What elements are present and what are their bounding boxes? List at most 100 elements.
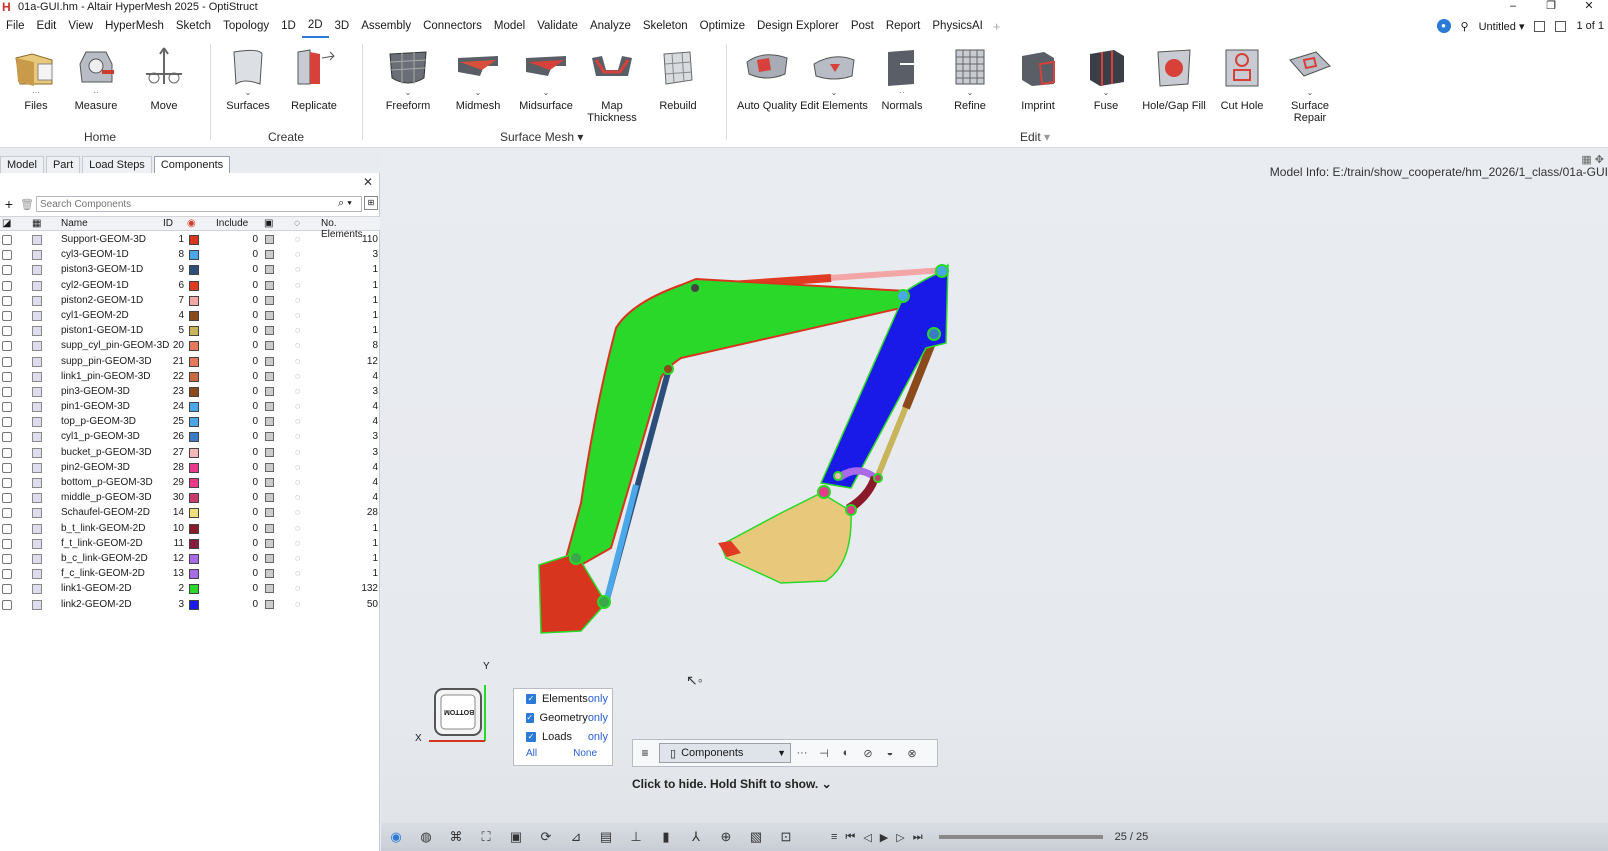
tab-model[interactable]: Model: [0, 156, 44, 173]
property-icon[interactable]: [265, 584, 274, 594]
page-view-icon[interactable]: [1534, 20, 1546, 32]
filter-elements-only[interactable]: only: [588, 693, 608, 705]
tab-part[interactable]: Part: [45, 156, 81, 173]
visibility-toggle-icon[interactable]: [2, 356, 12, 367]
property-icon[interactable]: [265, 341, 274, 351]
freeform-tool[interactable]: ⌄ Freeform: [372, 44, 444, 112]
filter-loads-row[interactable]: ✓ Loads only: [514, 727, 612, 746]
visibility-toggle-icon[interactable]: [2, 478, 12, 488]
visibility-toggle-icon[interactable]: [2, 250, 12, 261]
lock-icon[interactable]: ⊡: [771, 829, 801, 845]
pin3-part[interactable]: [662, 363, 674, 375]
property-icon[interactable]: [265, 599, 274, 609]
component-color-swatch[interactable]: [189, 341, 199, 352]
menu-topology[interactable]: Topology: [217, 15, 275, 37]
visibility-toggle-icon[interactable]: [2, 310, 12, 321]
component-color-swatch[interactable]: [189, 508, 199, 519]
component-color-swatch[interactable]: [189, 356, 199, 367]
property-icon[interactable]: [265, 280, 274, 290]
move-tool[interactable]: Move: [128, 44, 200, 112]
section-icon[interactable]: ⊿: [561, 829, 591, 845]
visibility-toggle-icon[interactable]: [2, 523, 12, 534]
component-color-swatch[interactable]: [189, 493, 199, 504]
component-color-swatch[interactable]: [189, 265, 199, 276]
property-icon[interactable]: [265, 553, 274, 563]
checkbox-checked-icon[interactable]: ✓: [526, 712, 534, 723]
visibility-column-icon[interactable]: ◪: [2, 218, 11, 229]
property-icon[interactable]: [265, 508, 274, 518]
property-icon[interactable]: [265, 462, 274, 472]
display-toggle-icon[interactable]: ◌: [295, 356, 300, 366]
display-toggle-icon[interactable]: ◌: [295, 477, 300, 487]
show-all-icon[interactable]: ⊘: [857, 747, 879, 760]
axis-icon[interactable]: ⅄: [681, 829, 711, 845]
rotate-icon[interactable]: ⟳: [531, 829, 561, 845]
table-row[interactable]: top_p-GEOM-3D 25 0 ◌ 4: [0, 415, 380, 430]
table-row[interactable]: f_c_link-GEOM-2D 13 0 ◌ 1: [0, 567, 380, 582]
edit-group-label[interactable]: Edit ▾: [1020, 130, 1050, 144]
table-row[interactable]: f_t_link-GEOM-2D 11 0 ◌ 1: [0, 537, 380, 552]
table-row[interactable]: cyl1_p-GEOM-3D 26 0 ◌ 3: [0, 430, 380, 445]
component-color-swatch[interactable]: [189, 584, 199, 595]
property-icon[interactable]: [265, 295, 274, 305]
measure-view-icon[interactable]: ⊥: [621, 829, 651, 845]
bottom-p-part[interactable]: [845, 504, 857, 516]
menu-icon[interactable]: ≡: [635, 746, 655, 760]
visibility-toggle-icon[interactable]: [2, 432, 12, 443]
display-toggle-icon[interactable]: ◌: [295, 583, 300, 593]
table-row[interactable]: piston1-GEOM-1D 5 0 ◌ 1: [0, 324, 380, 339]
isolate-icon[interactable]: ◐: [835, 747, 857, 759]
restore-icon[interactable]: ❐: [1532, 0, 1570, 14]
menu-optimize[interactable]: Optimize: [694, 15, 751, 37]
column-name[interactable]: Name: [61, 218, 88, 229]
display-toggle-icon[interactable]: ◌: [295, 492, 300, 502]
column-id[interactable]: ID: [163, 218, 173, 229]
reverse-selection-icon[interactable]: ⊣: [813, 747, 835, 760]
menu-3d[interactable]: 3D: [329, 15, 356, 37]
visualization-icon[interactable]: ◉: [381, 829, 411, 845]
menu-sketch[interactable]: Sketch: [170, 15, 217, 37]
display-toggle-icon[interactable]: ◌: [295, 295, 300, 305]
visibility-toggle-icon[interactable]: [2, 265, 12, 276]
supp-cyl-pin-part[interactable]: [597, 595, 611, 609]
note-icon[interactable]: ▮: [651, 829, 681, 845]
menu-design-explorer[interactable]: Design Explorer: [751, 15, 845, 37]
capture-icon[interactable]: ▧: [741, 829, 771, 845]
display-toggle-icon[interactable]: ◌: [295, 447, 300, 457]
clip-icon[interactable]: ▤: [591, 829, 621, 845]
table-row[interactable]: supp_pin-GEOM-3D 21 0 ◌ 12: [0, 355, 380, 370]
display-column-icon[interactable]: ◌: [294, 218, 300, 229]
property-icon[interactable]: [265, 538, 274, 548]
component-color-swatch[interactable]: [189, 371, 199, 382]
menu-validate[interactable]: Validate: [531, 15, 584, 37]
component-color-swatch[interactable]: [189, 326, 199, 337]
normals-tool[interactable]: ·· Normals: [866, 44, 938, 112]
display-toggle-icon[interactable]: ◌: [295, 431, 300, 441]
schaufel-bucket-part[interactable]: [720, 492, 852, 584]
menu-report[interactable]: Report: [880, 15, 927, 37]
cut-hole-tool[interactable]: Cut Hole: [1206, 44, 1278, 112]
table-row[interactable]: pin3-GEOM-3D 23 0 ◌ 3: [0, 385, 380, 400]
menu-1d[interactable]: 1D: [275, 15, 302, 37]
assistant-icon[interactable]: ●: [1436, 19, 1451, 33]
trash-icon[interactable]: 🗑: [20, 198, 34, 211]
menu-post[interactable]: Post: [845, 15, 880, 37]
display-toggle-icon[interactable]: ◌: [295, 416, 300, 426]
checkbox-checked-icon[interactable]: ✓: [526, 693, 536, 704]
surfaces-tool[interactable]: ⌄ Surfaces: [212, 44, 284, 112]
close-icon[interactable]: ✕: [363, 175, 373, 189]
menu-analyze[interactable]: Analyze: [584, 15, 637, 37]
visibility-toggle-icon[interactable]: [2, 341, 12, 352]
minimize-icon[interactable]: –: [1494, 0, 1532, 14]
display-toggle-icon[interactable]: ◌: [295, 523, 300, 533]
visibility-toggle-icon[interactable]: [2, 538, 12, 549]
property-icon[interactable]: [265, 235, 274, 244]
visibility-toggle-icon[interactable]: [2, 235, 12, 245]
save-page-icon[interactable]: [1555, 20, 1567, 32]
display-toggle-icon[interactable]: ◌: [295, 507, 300, 517]
supp-pin-part[interactable]: [569, 551, 583, 565]
component-color-swatch[interactable]: [189, 402, 199, 413]
menu-2d[interactable]: 2D: [301, 14, 329, 38]
property-icon[interactable]: [265, 371, 274, 381]
visibility-toggle-icon[interactable]: [2, 553, 12, 564]
